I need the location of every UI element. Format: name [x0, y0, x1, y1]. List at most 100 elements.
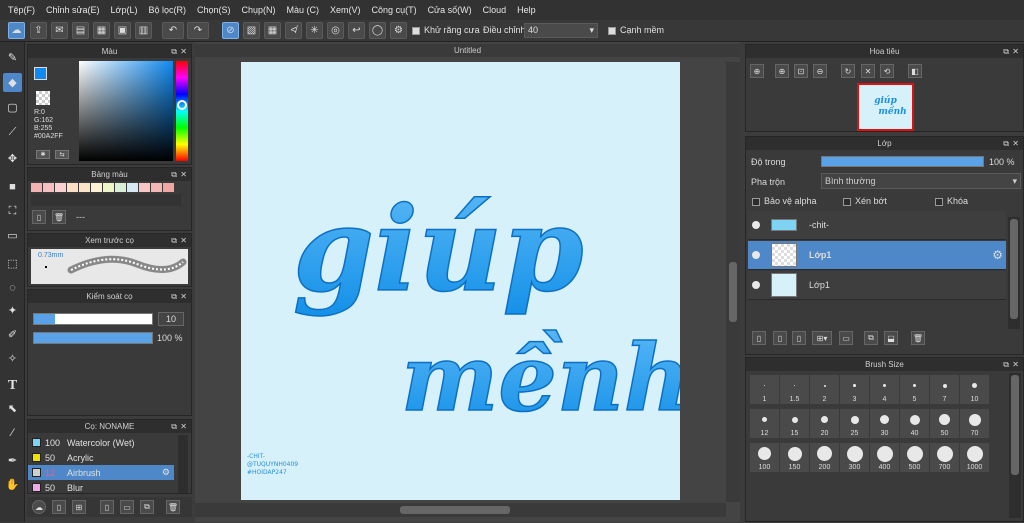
brush-size-option[interactable]: 20 [810, 409, 839, 438]
brush-size-option[interactable]: 400 [870, 443, 899, 472]
visibility-icon[interactable] [752, 251, 760, 259]
brush-item-selected[interactable]: 12 Airbrush ⚙ [28, 465, 174, 480]
duplicate-icon[interactable]: ⧉ [140, 500, 154, 514]
brush-size-option[interactable]: 1.5 [780, 375, 809, 404]
export-icon[interactable]: ⇪ [30, 22, 47, 39]
brush-size-option[interactable]: 12 [750, 409, 779, 438]
brush-item[interactable]: 50 Blur [28, 480, 174, 495]
add-layer-menu-icon[interactable]: ⊞▾ [812, 331, 832, 345]
blend-mode-dropdown[interactable]: Bình thường ▾ [821, 173, 1021, 189]
close-icon[interactable]: ✕ [180, 234, 187, 247]
bucket-tool-icon[interactable]: ⛶ [3, 202, 22, 221]
palette-swatch[interactable] [43, 183, 54, 192]
snap-off-icon[interactable]: ⊘ [222, 22, 239, 39]
visibility-icon[interactable] [752, 221, 760, 229]
select-rect-tool-icon[interactable]: ⬚ [3, 254, 22, 273]
select-pen-tool-icon[interactable]: ✐ [3, 325, 22, 344]
visibility-icon[interactable] [752, 281, 760, 289]
palette-swatch[interactable] [55, 183, 66, 192]
menu-file[interactable]: Tệp(F) [8, 5, 35, 15]
brush-size-option[interactable]: 300 [840, 443, 869, 472]
redo-icon[interactable]: ↷ [187, 22, 209, 39]
hue-slider[interactable] [176, 61, 188, 161]
settings-view-icon[interactable]: ◧ [908, 64, 922, 78]
color-saturation-field[interactable] [79, 61, 173, 161]
layer-opacity-slider[interactable] [821, 156, 984, 167]
popout-icon[interactable]: ⧉ [1003, 45, 1009, 58]
palette-swatch[interactable] [163, 183, 174, 192]
pen-tool-icon[interactable]: ✒ [3, 451, 22, 470]
palette-swatch[interactable] [79, 183, 90, 192]
menu-tools[interactable]: Công cụ(T) [372, 5, 417, 15]
antialias-toggle[interactable]: Khử răng cưa [412, 25, 480, 35]
merge-layer-icon[interactable]: ⬓ [884, 331, 898, 345]
menu-layer[interactable]: Lớp(L) [111, 5, 138, 15]
brush-size-option[interactable]: 700 [930, 443, 959, 472]
brush-item[interactable]: 100 Watercolor (Wet) [28, 435, 174, 450]
hand-tool-icon[interactable]: ✋ [3, 475, 22, 494]
popout-icon[interactable]: ⧉ [171, 168, 177, 181]
menu-capture[interactable]: Chụp(N) [242, 5, 276, 15]
palette-swatch[interactable] [103, 183, 114, 192]
layer-item[interactable]: -chit- [748, 211, 1006, 240]
brush-size-option[interactable]: 500 [900, 443, 929, 472]
duplicate-layer-icon[interactable]: ⧉ [864, 331, 878, 345]
color-wheel-button[interactable]: ✱ [36, 150, 50, 159]
hue-handle[interactable] [177, 100, 187, 110]
close-icon[interactable]: ✕ [180, 420, 187, 433]
palette-swatch[interactable] [151, 183, 162, 192]
snap-curve-icon[interactable]: ↩ [348, 22, 365, 39]
gradient-tool-icon[interactable]: ▭ [3, 226, 22, 245]
document-icon[interactable]: ▤ [72, 22, 89, 39]
brush-tool-icon[interactable]: ✎ [3, 48, 22, 67]
comment-icon[interactable]: ✉ [51, 22, 68, 39]
delete-brush-icon[interactable]: 🗑 [166, 500, 180, 514]
brush-size-option[interactable]: 100 [750, 443, 779, 472]
brush-list-scrollbar[interactable] [178, 435, 188, 493]
layer-item-selected[interactable]: Lớp1 ⚙ [748, 241, 1006, 270]
brush-size-option[interactable]: 4 [870, 375, 899, 404]
new-layer-icon[interactable]: ▯ [752, 331, 766, 345]
clipping-toggle[interactable]: Xén bớt [843, 196, 887, 206]
grid-icon[interactable]: ▦ [93, 22, 110, 39]
zoom-out-icon[interactable]: ⊕ [775, 64, 789, 78]
popout-icon[interactable]: ⧉ [1003, 137, 1009, 150]
brush-size-option[interactable]: 3 [840, 375, 869, 404]
delete-layer-icon[interactable]: 🗑 [911, 331, 925, 345]
settings-icon[interactable]: ▥ [135, 22, 152, 39]
brush-size-option[interactable]: 50 [930, 409, 959, 438]
save-icon[interactable]: ▣ [114, 22, 131, 39]
menu-filter[interactable]: Bộ lọc(R) [148, 5, 186, 15]
dropper-tool-icon[interactable]: ⁄ [3, 423, 22, 442]
brush-size-option[interactable]: 15 [780, 409, 809, 438]
snap-ellipse-icon[interactable]: ◯ [369, 22, 386, 39]
brush-item[interactable]: 50 Acrylic [28, 450, 174, 465]
palette-swatch[interactable] [139, 183, 150, 192]
menu-help[interactable]: Help [517, 5, 536, 15]
horizontal-scrollbar[interactable] [195, 503, 726, 517]
gear-icon[interactable]: ⚙ [162, 467, 170, 478]
brush-size-option[interactable]: 7 [930, 375, 959, 404]
layer-list-scrollbar[interactable] [1008, 217, 1020, 329]
folder-icon[interactable]: ▭ [839, 331, 853, 345]
snap-parallel-icon[interactable]: ▧ [243, 22, 260, 39]
folder-icon[interactable]: ▭ [120, 500, 134, 514]
brush-size-option[interactable]: 70 [960, 409, 989, 438]
reset-view-icon[interactable]: ⟲ [880, 64, 894, 78]
new-halftone-layer-icon[interactable]: ▯ [792, 331, 806, 345]
cloud-brush-icon[interactable]: ☁ [32, 500, 46, 514]
copy-brush-icon[interactable]: ▯ [100, 500, 114, 514]
close-icon[interactable]: ✕ [180, 290, 187, 303]
delete-palette-icon[interactable]: 🗑 [52, 210, 66, 224]
menu-edit[interactable]: Chỉnh sửa(E) [46, 5, 100, 15]
menu-select[interactable]: Chọn(S) [197, 5, 231, 15]
adjust-dropdown[interactable]: 40 ▾ [524, 23, 598, 38]
select-eraser-tool-icon[interactable]: ✧ [3, 349, 22, 368]
fit-icon[interactable]: ⊡ [794, 64, 808, 78]
move-tool-icon[interactable]: ✥ [3, 149, 22, 168]
cloud-icon[interactable]: ☁ [8, 22, 25, 39]
close-icon[interactable]: ✕ [180, 45, 187, 58]
magic-wand-tool-icon[interactable]: ✦ [3, 301, 22, 320]
transparent-swatch[interactable] [36, 91, 50, 105]
add-brush-icon[interactable]: ⊞ [72, 500, 86, 514]
